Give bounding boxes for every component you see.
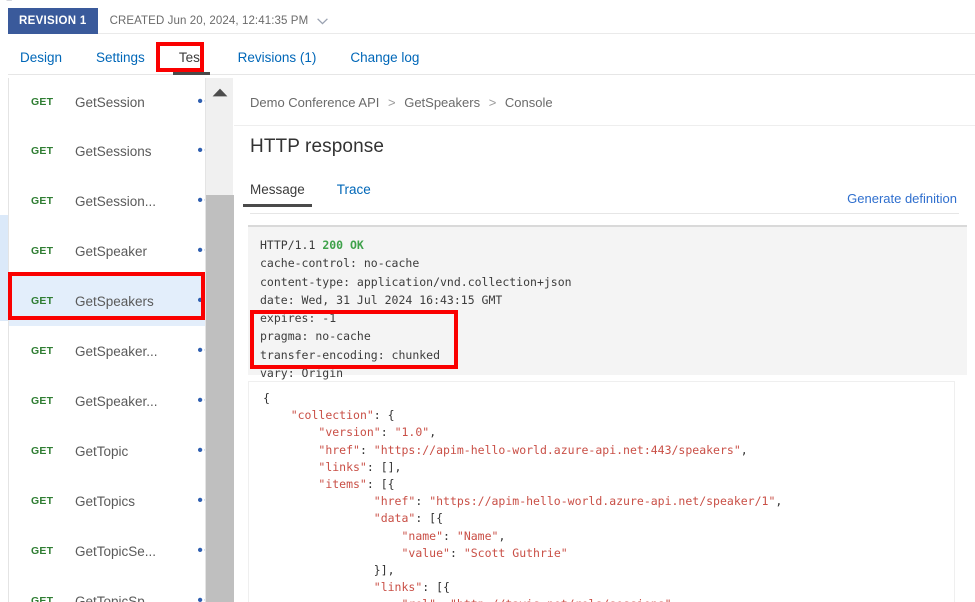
list-item[interactable]: GET GetSession ••• xyxy=(9,78,232,126)
json-line: }], xyxy=(263,563,395,578)
operation-name: GetSession xyxy=(75,94,145,110)
list-item-getspeakers-selected[interactable]: GET GetSpeakers ••• xyxy=(9,276,232,326)
operation-name: GetTopics xyxy=(75,493,136,509)
header-line: cache-control: no-cache xyxy=(260,256,420,271)
tab-revisions[interactable]: Revisions (1) xyxy=(238,50,317,74)
revision-bar: REVISION 1 CREATED Jun 20, 2024, 12:41:3… xyxy=(8,8,975,34)
list-item[interactable]: GET GetTopics ••• xyxy=(9,476,232,526)
list-item[interactable]: GET GetTopicSp... ••• xyxy=(9,576,232,602)
list-item[interactable]: GET GetSessions ••• xyxy=(9,126,232,176)
status-line-prefix: HTTP/1.1 xyxy=(260,238,323,252)
list-item[interactable]: GET GetSpeaker... ••• xyxy=(9,376,232,426)
tab-trace[interactable]: Trace xyxy=(337,182,371,206)
http-verb-badge: GET xyxy=(31,445,54,457)
tab-settings[interactable]: Settings xyxy=(96,50,145,74)
operation-name: GetSpeaker... xyxy=(75,393,158,409)
breadcrumb-api[interactable]: Demo Conference API xyxy=(250,95,379,110)
tab-test[interactable]: Test xyxy=(172,50,210,75)
header-line: expires: -1 xyxy=(260,311,337,326)
operation-name: GetSpeaker... xyxy=(75,343,158,359)
json-line: "href": "https://apim-hello-world.azure-… xyxy=(373,494,783,509)
json-line: "links": [], xyxy=(318,459,402,474)
breadcrumb-separator: > xyxy=(387,95,396,110)
status-code: 200 OK xyxy=(322,238,364,252)
operation-name: GetTopicSe... xyxy=(75,543,157,559)
breadcrumb: Demo Conference API > GetSpeakers > Cons… xyxy=(250,95,553,110)
header-line: pragma: no-cache xyxy=(260,329,371,344)
list-item[interactable]: GET GetSpeaker ••• xyxy=(9,226,232,276)
revision-badge: REVISION 1 xyxy=(8,8,98,34)
http-verb-badge: GET xyxy=(31,595,54,602)
http-verb-badge: GET xyxy=(31,545,54,557)
window-top-sliver: ≡ xyxy=(0,0,975,8)
json-line: "version": "1.0", xyxy=(318,425,437,440)
revision-created-row[interactable]: CREATED Jun 20, 2024, 12:41:35 PM xyxy=(98,8,329,33)
console-content-pane: Demo Conference API > GetSpeakers > Cons… xyxy=(234,78,975,602)
json-line: "collection": { xyxy=(290,408,395,423)
http-verb-badge: GET xyxy=(31,195,54,207)
http-verb-badge: GET xyxy=(31,395,54,407)
operation-name: GetTopicSp... xyxy=(75,593,157,602)
page-title: HTTP response xyxy=(250,136,385,157)
api-list-scrollbar[interactable] xyxy=(205,78,234,602)
operation-name: GetTopic xyxy=(75,443,129,459)
revision-created-label: CREATED Jun 20, 2024, 12:41:35 PM xyxy=(109,14,309,27)
http-verb-badge: GET xyxy=(31,245,54,257)
http-verb-badge: GET xyxy=(31,145,54,157)
header-line: content-type: application/vnd.collection… xyxy=(260,274,572,289)
json-line: "value": "Scott Guthrie" xyxy=(401,545,568,560)
api-management-test-console: ≡ REVISION 1 CREATED Jun 20, 2024, 12:41… xyxy=(0,0,975,602)
json-line: { xyxy=(263,391,270,405)
api-operations-list: GET GetSession ••• GET GetSessions ••• G… xyxy=(8,78,233,602)
breadcrumb-console: Console xyxy=(504,95,553,110)
response-headers-block: HTTP/1.1 200 OK cache-control: no-cache … xyxy=(248,225,967,380)
http-verb-badge: GET xyxy=(31,495,54,507)
list-item[interactable]: GET GetTopicSe... ••• xyxy=(9,526,232,576)
response-body-block[interactable]: { "collection": { "version": "1.0", "hre… xyxy=(248,381,955,602)
json-line: "links": [{ xyxy=(373,580,450,595)
generate-definition-link[interactable]: Generate definition xyxy=(847,191,957,206)
list-item[interactable]: GET GetSession... ••• xyxy=(9,176,232,226)
json-line: "name": "Name", xyxy=(401,528,506,543)
operation-name: GetSpeaker xyxy=(75,243,148,259)
header-line: vary: Origin xyxy=(260,366,344,381)
breadcrumb-operation[interactable]: GetSpeakers xyxy=(404,95,480,110)
header-line: date: Wed, 31 Jul 2024 16:43:15 GMT xyxy=(260,292,503,307)
breadcrumb-divider xyxy=(234,125,975,126)
header-line: transfer-encoding: chunked xyxy=(260,347,441,362)
tab-design[interactable]: Design xyxy=(20,50,62,74)
chevron-down-icon[interactable] xyxy=(317,18,329,25)
list-item[interactable]: GET GetSpeaker... ••• xyxy=(9,326,232,376)
operation-name: GetSession... xyxy=(75,193,157,209)
json-line: "data": [{ xyxy=(373,511,444,526)
operation-name: GetSessions xyxy=(75,143,152,159)
scroll-up-arrow-icon[interactable] xyxy=(206,78,234,106)
json-line: "items": [{ xyxy=(318,477,395,492)
http-verb-badge: GET xyxy=(31,96,54,108)
scrollbar-thumb[interactable] xyxy=(206,195,234,602)
json-line: "rel": "http://tavis.net/rels/sessions" xyxy=(263,596,954,602)
operation-name: GetSpeakers xyxy=(75,293,154,309)
clipped-chrome-glyph: ≡ xyxy=(6,0,12,5)
api-tabs: Design Settings Test Revisions (1) Chang… xyxy=(8,41,975,75)
http-verb-badge: GET xyxy=(31,295,54,307)
tab-change-log[interactable]: Change log xyxy=(350,50,419,74)
left-edge-accent xyxy=(0,215,8,321)
response-subtabs: Message Trace Generate definition xyxy=(243,182,959,214)
tab-message[interactable]: Message xyxy=(243,182,312,207)
status-line: HTTP/1.1 200 OK xyxy=(260,236,967,254)
list-item[interactable]: GET GetTopic ••• xyxy=(9,426,232,476)
json-line: "href": "https://apim-hello-world.azure-… xyxy=(318,442,748,457)
http-verb-badge: GET xyxy=(31,345,54,357)
breadcrumb-separator: > xyxy=(488,95,497,110)
